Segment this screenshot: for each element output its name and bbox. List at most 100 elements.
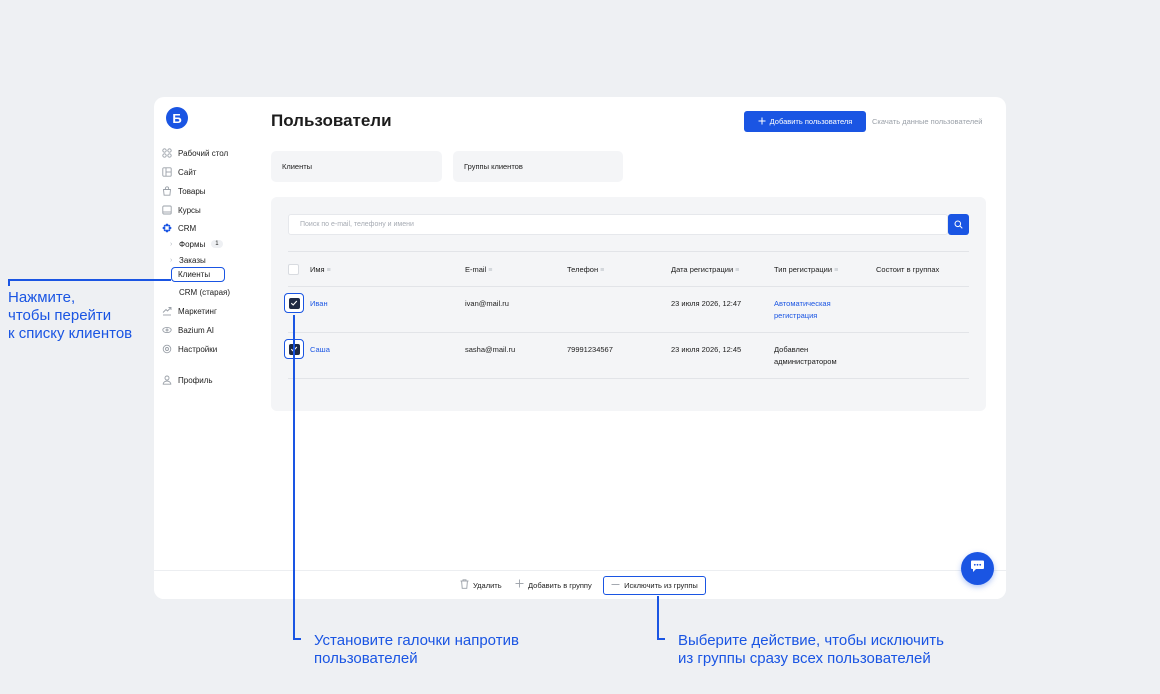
add-user-button[interactable]: Добавить пользователя	[744, 111, 866, 132]
user-name-link[interactable]: Иван	[310, 298, 328, 310]
column-header-label: Имя	[310, 265, 325, 274]
page-title: Пользователи	[271, 111, 392, 130]
sidebar-item-settings[interactable]: Настройки	[162, 342, 217, 356]
user-phone: 79991234567	[567, 345, 613, 354]
sort-icon: ≡	[600, 267, 605, 274]
sidebar-item-label: Настройки	[178, 344, 218, 354]
column-header-label: Состоит в группах	[876, 265, 940, 274]
add-to-group-button[interactable]: Добавить в группу	[515, 579, 592, 591]
callout-line-text: Выберите действие, чтобы исключить	[678, 632, 944, 649]
column-header-label: Телефон	[567, 265, 599, 274]
exclude-label: Исключить из группы	[624, 581, 698, 590]
delete-label: Удалить	[473, 581, 502, 590]
callout-line-text: Установите галочки напротив	[314, 632, 519, 649]
chat-button[interactable]	[961, 552, 994, 585]
site-icon	[162, 167, 172, 177]
registration-type-line: регистрация	[774, 311, 818, 320]
callout-checkboxes-text: Установите галочки напротив пользователе…	[314, 632, 519, 668]
column-header-registration-date[interactable]: Дата регистрации ≡	[671, 265, 739, 274]
sidebar-item-crm[interactable]: CRM	[162, 221, 196, 235]
search-icon	[954, 216, 963, 234]
select-all-checkbox[interactable]	[288, 264, 299, 275]
sidebar-item-bazium-ai[interactable]: Bazium AI	[162, 323, 214, 337]
tab-label: Группы клиентов	[464, 162, 523, 171]
callout-line	[8, 279, 171, 281]
sidebar-item-label: Курсы	[178, 205, 201, 215]
divider	[288, 378, 969, 379]
sidebar-item-courses[interactable]: Курсы	[162, 203, 201, 217]
tab-client-groups[interactable]: Группы клиентов	[453, 151, 623, 182]
book-icon	[162, 205, 172, 215]
sidebar-item-label: Профиль	[178, 375, 213, 385]
logo[interactable]: Б	[166, 107, 188, 129]
sidebar-item-label: Bazium AI	[178, 325, 215, 335]
plus-icon	[758, 117, 766, 127]
column-header-label: Тип регистрации	[774, 265, 833, 274]
sort-icon: ≡	[488, 267, 493, 274]
tab-label: Клиенты	[282, 162, 313, 171]
callout-line-text: чтобы перейти	[8, 307, 112, 324]
sidebar-item-marketing[interactable]: Маркетинг	[162, 304, 217, 318]
add-to-group-label: Добавить в группу	[528, 580, 592, 590]
callout-line	[657, 596, 659, 639]
checkmark-icon	[288, 297, 300, 309]
user-name-link[interactable]: Саша	[310, 344, 330, 356]
user-email: ivan@mail.ru	[465, 299, 509, 308]
column-header-label: E-mail	[465, 265, 487, 274]
bulk-actions-bar: Удалить Добавить в группу Исключить из г…	[154, 570, 1006, 599]
chevron-right-icon: ›	[170, 256, 173, 264]
sidebar-item-site[interactable]: Сайт	[162, 165, 196, 179]
callout-line-text: пользователей	[314, 650, 418, 667]
sidebar-item-dashboard[interactable]: Рабочий стол	[162, 146, 228, 160]
ai-icon	[162, 325, 172, 335]
sidebar-item-label: Товары	[178, 186, 206, 196]
registration-type-line: Добавлен	[774, 345, 809, 354]
sidebar-subitem-label: Клиенты	[178, 270, 211, 279]
download-users-link[interactable]: Скачать данные пользователей	[872, 117, 982, 126]
user-registration-type[interactable]: Автоматическая регистрация	[774, 298, 831, 322]
callout-line-text: к списку клиентов	[8, 325, 133, 342]
sidebar-item-profile[interactable]: Профиль	[162, 373, 213, 387]
column-header-email[interactable]: E-mail ≡	[465, 265, 492, 274]
callout-line-text: из группы сразу всех пользователей	[678, 650, 931, 667]
delete-button[interactable]: Удалить	[460, 579, 502, 592]
column-header-name[interactable]: Имя ≡	[310, 265, 331, 274]
sidebar-subitem-label: Заказы	[179, 255, 206, 265]
plus-icon	[515, 579, 524, 591]
users-table-panel: Поиск по e-mail, телефону и имени Имя ≡ E…	[271, 197, 986, 411]
tab-clients[interactable]: Клиенты	[271, 151, 442, 182]
dashboard-icon	[162, 148, 172, 158]
add-user-label: Добавить пользователя	[769, 117, 853, 126]
bag-icon	[162, 186, 172, 196]
callout-line	[657, 638, 665, 640]
gear-icon	[162, 344, 172, 354]
callout-line-text: Нажмите,	[8, 289, 76, 306]
callout-exclude-text: Выберите действие, чтобы исключить из гр…	[678, 632, 944, 668]
callout-line	[8, 279, 10, 286]
minus-icon	[611, 580, 620, 591]
column-header-phone[interactable]: Телефон ≡	[567, 265, 604, 274]
app-window: Б Рабочий стол Сайт Товары Курсы CRM › Ф…	[154, 97, 1006, 599]
search-input[interactable]: Поиск по e-mail, телефону и имени	[288, 214, 948, 235]
callout-line	[293, 315, 295, 639]
sidebar-subitem-orders[interactable]: › Заказы	[170, 254, 206, 266]
callout-clients-text: Нажмите, чтобы перейти к списку клиентов	[8, 289, 132, 343]
callout-line	[293, 638, 301, 640]
chevron-right-icon: ›	[170, 240, 173, 248]
sidebar-subitem-crm-old[interactable]: CRM (старая)	[179, 286, 230, 298]
search-button[interactable]	[948, 214, 969, 235]
sidebar-subitem-forms[interactable]: › Формы 1	[170, 238, 223, 250]
sort-icon: ≡	[326, 267, 331, 274]
sidebar-item-products[interactable]: Товары	[162, 184, 206, 198]
column-header-label: Дата регистрации	[671, 265, 734, 274]
sidebar-item-label: Сайт	[178, 167, 197, 177]
sidebar-item-label: Рабочий стол	[178, 148, 229, 158]
user-registration-type: Добавлен администратором	[774, 344, 837, 368]
sidebar-subitem-clients[interactable]: Клиенты	[171, 267, 225, 282]
sort-icon: ≡	[735, 267, 740, 274]
crm-icon	[162, 223, 172, 233]
column-header-registration-type[interactable]: Тип регистрации ≡	[774, 265, 838, 274]
row-checkbox[interactable]	[284, 293, 304, 313]
divider	[288, 251, 969, 252]
exclude-from-group-button[interactable]: Исключить из группы	[603, 576, 706, 595]
